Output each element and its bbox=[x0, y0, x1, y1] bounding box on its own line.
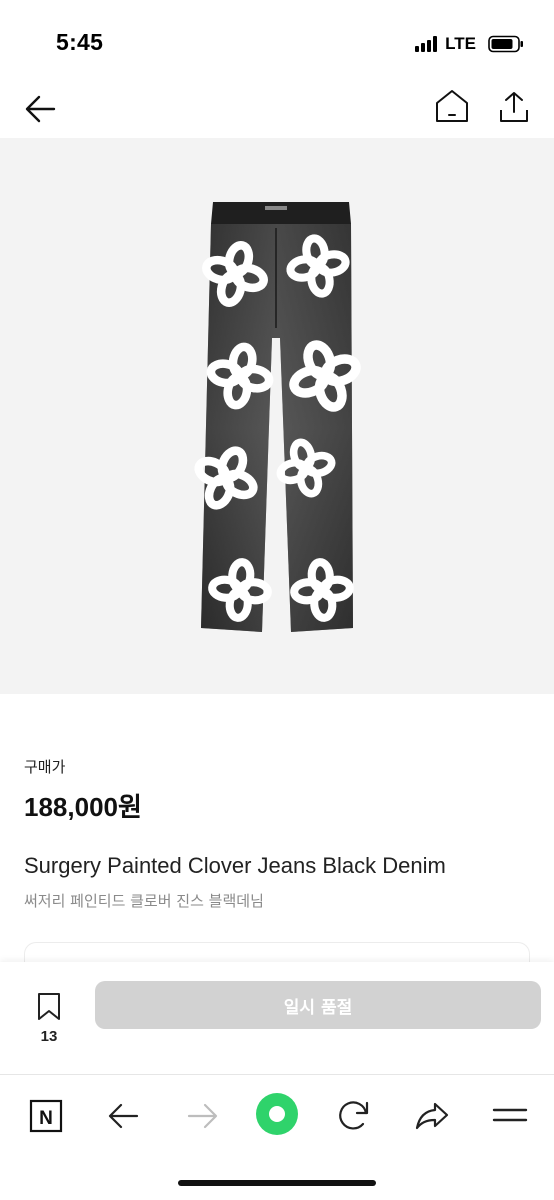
battery-icon bbox=[488, 35, 523, 53]
sold-out-button[interactable]: 일시 품절 bbox=[95, 981, 541, 1029]
browser-forward-button[interactable] bbox=[182, 1095, 222, 1135]
price-section: 구매가 188,000원 bbox=[24, 756, 534, 824]
bookmark-button[interactable]: 13 bbox=[20, 992, 78, 1048]
reload-button[interactable] bbox=[334, 1095, 374, 1135]
menu-icon bbox=[492, 1108, 528, 1122]
home-button[interactable] bbox=[434, 88, 470, 124]
share-icon bbox=[500, 92, 528, 122]
network-type: LTE bbox=[445, 34, 476, 53]
action-bar: 13 일시 품절 bbox=[0, 962, 554, 1074]
forward-icon bbox=[187, 1103, 218, 1129]
share-arrow-icon bbox=[415, 1102, 449, 1130]
price: 188,000원 bbox=[24, 792, 142, 822]
status-time: 5:45 bbox=[56, 29, 104, 55]
product-title-en: Surgery Painted Clover Jeans Black Denim bbox=[24, 853, 446, 878]
signal-icon bbox=[415, 36, 438, 52]
naver-n-button[interactable]: N bbox=[26, 1095, 66, 1135]
green-dot-button[interactable] bbox=[254, 1091, 300, 1137]
bookmark-count: 13 bbox=[40, 1028, 58, 1045]
svg-text:N: N bbox=[39, 1108, 53, 1129]
back-arrow-icon bbox=[25, 95, 56, 123]
price-label: 구매가 bbox=[24, 758, 66, 776]
browser-back-button[interactable] bbox=[104, 1095, 144, 1135]
bookmark-icon bbox=[38, 993, 60, 1020]
product-image[interactable] bbox=[0, 138, 554, 694]
jeans-image bbox=[0, 202, 554, 632]
home-indicator bbox=[178, 1180, 376, 1186]
product-title-ko: 써저리 페인티드 클로버 진스 블랙데님 bbox=[24, 892, 264, 910]
status-indicators: LTE bbox=[415, 34, 524, 54]
green-dot-icon bbox=[256, 1093, 298, 1135]
naver-n-icon: N bbox=[29, 1099, 63, 1133]
back-icon bbox=[108, 1103, 139, 1129]
top-nav bbox=[0, 80, 554, 138]
reload-icon bbox=[339, 1101, 369, 1130]
share-button[interactable] bbox=[498, 90, 530, 124]
menu-button[interactable] bbox=[490, 1095, 530, 1135]
status-bar: 5:45 LTE bbox=[0, 0, 554, 80]
back-button[interactable] bbox=[24, 92, 58, 126]
browser-share-button[interactable] bbox=[412, 1095, 452, 1135]
home-icon bbox=[436, 90, 468, 122]
